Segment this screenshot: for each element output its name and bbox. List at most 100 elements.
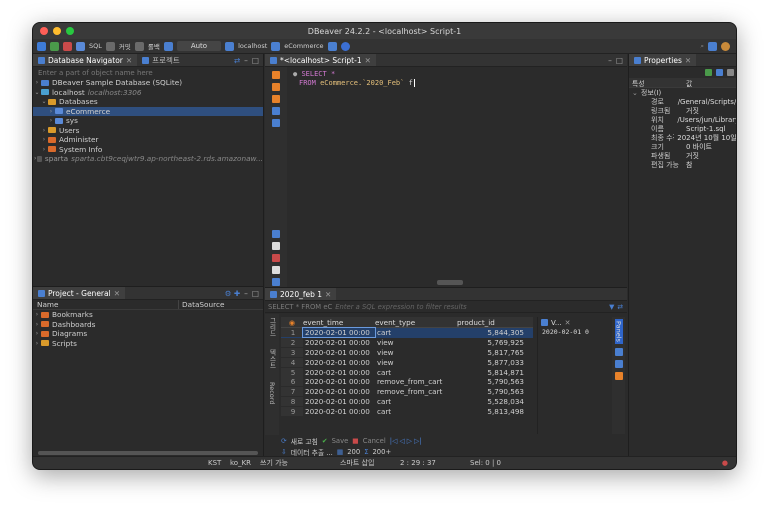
tab-database-navigator[interactable]: Database Navigator ✕ bbox=[33, 54, 138, 66]
row-number-cell[interactable]: 9 bbox=[281, 406, 303, 416]
minimize-panel-icon[interactable]: – bbox=[244, 56, 248, 65]
cell-product-id[interactable]: 5,790,563 bbox=[457, 387, 527, 396]
row-number-cell[interactable]: 4 bbox=[281, 357, 303, 367]
chevron-right-icon[interactable]: › bbox=[33, 321, 41, 328]
notification-icon[interactable]: ● bbox=[722, 459, 728, 467]
property-row[interactable]: 파생됨 거짓 bbox=[629, 151, 736, 160]
properties-icon[interactable] bbox=[614, 347, 623, 356]
close-icon[interactable]: ✕ bbox=[126, 56, 132, 65]
property-row[interactable]: 위치/Users/jun/Library/DBea bbox=[629, 115, 736, 124]
table-row[interactable]: 3 2020-02-01 00:00 view 5,817,765 bbox=[281, 347, 533, 358]
connect-icon[interactable] bbox=[50, 41, 59, 51]
tree-item-databases[interactable]: ⌄ Databases bbox=[33, 97, 263, 107]
tab-projects[interactable]: 프로젝트 bbox=[137, 54, 185, 66]
cell-product-id[interactable]: 5,528,034 bbox=[457, 397, 527, 406]
cell-event-type[interactable]: remove_from_cart bbox=[375, 377, 457, 386]
close-icon[interactable]: ✕ bbox=[114, 289, 120, 298]
column-header-name[interactable]: Name bbox=[33, 300, 178, 309]
cell-product-id[interactable]: 5,790,563 bbox=[457, 377, 527, 386]
settings-icon[interactable] bbox=[272, 230, 280, 238]
results-filter-input[interactable]: Enter a SQL expression to filter results bbox=[335, 303, 466, 311]
pagination-icon[interactable]: |◁ ◁ ▷ ▷| bbox=[390, 437, 422, 445]
tree-item-users[interactable]: › Users bbox=[33, 126, 263, 136]
column-header-event-time[interactable]: event_time bbox=[303, 318, 375, 327]
metadata-icon[interactable] bbox=[614, 359, 623, 368]
cell-product-id[interactable]: 5,813,498 bbox=[457, 407, 527, 416]
cell-event-time[interactable]: 2020-02-01 00:00 bbox=[303, 407, 375, 416]
cell-product-id[interactable]: 5,817,765 bbox=[457, 348, 527, 357]
chevron-right-icon[interactable]: › bbox=[47, 108, 55, 115]
link-editor-icon[interactable]: ⇄ bbox=[234, 56, 240, 65]
table-row[interactable]: 9 2020-02-01 00:00 cart 5,813,498 bbox=[281, 406, 533, 416]
panels-toggle-button[interactable]: Panels bbox=[614, 319, 623, 344]
chevron-right-icon[interactable]: › bbox=[40, 127, 48, 134]
dbeaver-icon[interactable] bbox=[721, 41, 730, 51]
tree-item-bookmarks[interactable]: › Bookmarks bbox=[33, 310, 263, 320]
grouping-icon[interactable] bbox=[614, 371, 623, 380]
minimize-panel-icon[interactable]: – bbox=[608, 56, 612, 65]
properties-group[interactable]: ⌄ 정보(I) bbox=[629, 88, 736, 97]
tree-item-scripts[interactable]: › Scripts bbox=[33, 339, 263, 349]
export-data-button[interactable]: 데이터 추출 ... bbox=[291, 447, 333, 457]
column-header-value[interactable]: 값 bbox=[683, 78, 692, 88]
cell-event-type[interactable]: cart bbox=[375, 397, 457, 406]
settings-icon[interactable] bbox=[327, 41, 337, 51]
new-script-icon[interactable] bbox=[272, 242, 280, 250]
maximize-panel-icon[interactable]: □ bbox=[616, 56, 623, 65]
active-connection-select[interactable]: localhost bbox=[238, 42, 267, 50]
rollback-icon[interactable] bbox=[134, 41, 144, 51]
row-number-cell[interactable]: 1 bbox=[281, 328, 303, 338]
load-plan-icon[interactable] bbox=[272, 119, 280, 127]
close-icon[interactable]: ✕ bbox=[685, 56, 691, 65]
search-icon[interactable]: ⌕ bbox=[700, 42, 704, 51]
cell-event-time[interactable]: 2020-02-01 00:00 bbox=[302, 327, 376, 339]
close-icon[interactable]: ✕ bbox=[565, 319, 571, 327]
columns-icon[interactable] bbox=[727, 69, 734, 76]
import-script-icon[interactable] bbox=[272, 254, 280, 262]
table-row[interactable]: 2 2020-02-01 00:00 view 5,769,925 bbox=[281, 338, 533, 348]
record-icon[interactable] bbox=[340, 41, 350, 51]
save-icon[interactable]: ✔ bbox=[322, 437, 328, 445]
refresh-button[interactable]: 새로 고침 bbox=[291, 436, 318, 446]
export-icon[interactable]: ⇩ bbox=[281, 448, 287, 456]
filter-icon[interactable] bbox=[163, 41, 173, 51]
column-header-event-type[interactable]: event_type bbox=[375, 318, 457, 327]
pin-icon[interactable] bbox=[705, 69, 712, 76]
row-number-cell[interactable]: 8 bbox=[281, 396, 303, 406]
sql-editor-icon[interactable] bbox=[76, 41, 85, 51]
cell-event-time[interactable]: 2020-02-01 00:00 bbox=[303, 377, 375, 386]
table-row[interactable]: 8 2020-02-01 00:00 cart 5,528,034 bbox=[281, 396, 533, 407]
navigator-filter-input[interactable]: Enter a part of object name here bbox=[33, 67, 263, 78]
cell-event-type[interactable]: view bbox=[375, 358, 457, 367]
cell-event-type[interactable]: view bbox=[375, 348, 457, 357]
value-panel-content[interactable]: 2020-02-01 0 bbox=[538, 328, 597, 336]
cell-event-time[interactable]: 2020-02-01 00:00 bbox=[303, 368, 375, 377]
text-view-button[interactable]: 텍스트 bbox=[267, 349, 277, 369]
layout-icon[interactable] bbox=[272, 278, 280, 286]
tree-item-sample-db[interactable]: › DBeaver Sample Database (SQLite) bbox=[33, 78, 263, 88]
history-icon[interactable]: ⇄ bbox=[617, 303, 623, 311]
cancel-icon[interactable]: ■ bbox=[352, 437, 358, 445]
table-row[interactable]: 6 2020-02-01 00:00 remove_from_cart 5,790,5… bbox=[281, 377, 533, 387]
commit-button[interactable]: 커밋 bbox=[119, 41, 131, 51]
cancel-button[interactable]: Cancel bbox=[363, 437, 386, 445]
cell-event-type[interactable]: view bbox=[375, 338, 457, 347]
row-number-cell[interactable]: 7 bbox=[281, 387, 303, 397]
close-icon[interactable]: ✕ bbox=[365, 56, 371, 65]
column-header-datasource[interactable]: DataSource bbox=[178, 300, 224, 309]
filter-icon[interactable]: ▼ bbox=[609, 303, 614, 311]
table-row[interactable]: 1 2020-02-01 00:00 cart 5,844,305 bbox=[281, 327, 533, 339]
property-row[interactable]: 크기 0 바이트 bbox=[629, 142, 736, 151]
chevron-right-icon[interactable]: › bbox=[33, 340, 41, 347]
refresh-icon[interactable]: ⟳ bbox=[281, 437, 287, 445]
active-schema-select[interactable]: eCommerce bbox=[284, 42, 323, 50]
cell-event-time[interactable]: 2020-02-01 00:00 bbox=[303, 338, 375, 347]
chevron-right-icon[interactable]: › bbox=[40, 146, 48, 153]
disconnect-icon[interactable] bbox=[63, 41, 72, 51]
tree-item-diagrams[interactable]: › Diagrams bbox=[33, 329, 263, 339]
cell-event-type[interactable]: cart bbox=[375, 407, 457, 416]
column-header-product-id[interactable]: product_id bbox=[457, 318, 527, 327]
property-row[interactable]: 링크됨 거짓 bbox=[629, 106, 736, 115]
cell-product-id[interactable]: 5,844,305 bbox=[457, 328, 527, 337]
property-row[interactable]: 최종 수정 날2024년 10월 10일 오전 7: bbox=[629, 133, 736, 142]
